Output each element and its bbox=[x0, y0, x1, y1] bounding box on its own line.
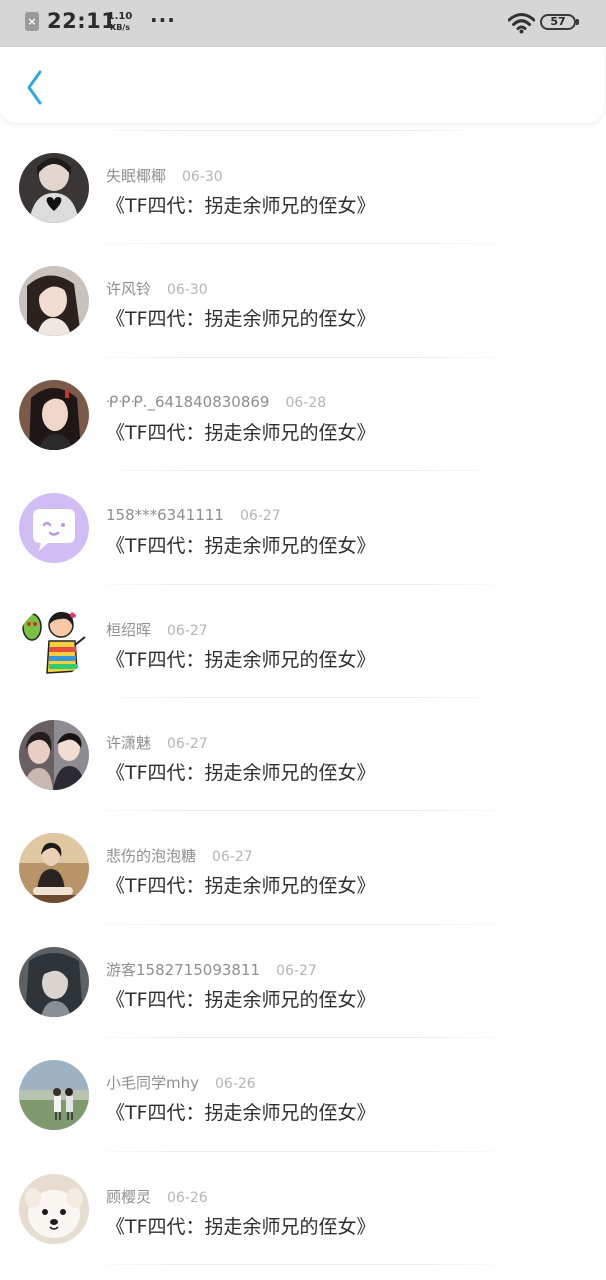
book-title[interactable]: 《TF四代：拐走余师兄的侄女》 bbox=[106, 531, 376, 558]
wifi-icon bbox=[508, 13, 535, 34]
date: 06-28 bbox=[285, 394, 327, 411]
chevron-left-icon bbox=[27, 70, 42, 105]
notification-close-icon: × bbox=[25, 12, 39, 31]
avatar[interactable] bbox=[19, 946, 89, 1017]
date: 06-30 bbox=[182, 169, 223, 185]
book-title[interactable]: 《TF四代：拐走余师兄的侄女》 bbox=[106, 418, 376, 445]
avatar[interactable] bbox=[19, 266, 89, 337]
date: 06-26 bbox=[167, 1189, 208, 1206]
username[interactable]: ᑶᑶᑶ._641840830869 bbox=[106, 393, 269, 411]
item-meta: 小毛同学mhy 06-26 bbox=[106, 1072, 256, 1093]
avatar[interactable] bbox=[19, 153, 89, 223]
item-meta: 许潇魅 06-27 bbox=[106, 732, 208, 753]
status-time: 22:11 bbox=[47, 9, 117, 33]
avatar[interactable] bbox=[19, 379, 89, 450]
item-meta: 顾樱灵 06-26 bbox=[106, 1186, 208, 1207]
username[interactable]: 顾樱灵 bbox=[106, 1188, 151, 1206]
avatar[interactable] bbox=[19, 719, 89, 790]
book-title[interactable]: 《TF四代：拐走余师兄的侄女》 bbox=[106, 1098, 376, 1125]
username[interactable]: 悲伤的泡泡糖 bbox=[106, 847, 196, 865]
list-item[interactable]: 游客1582715093811 06-27 《TF四代：拐走余师兄的侄女》 bbox=[0, 925, 606, 1039]
avatar[interactable] bbox=[19, 606, 89, 677]
date: 06-27 bbox=[239, 508, 281, 525]
book-title[interactable]: 《TF四代：拐走余师兄的侄女》 bbox=[106, 191, 376, 218]
item-meta: 158***6341111 06-27 bbox=[106, 505, 281, 524]
date: 06-27 bbox=[167, 735, 208, 752]
item-meta: 许风铃 06-30 bbox=[106, 278, 208, 299]
avatar[interactable] bbox=[19, 493, 89, 564]
network-speed-value: 1.10 bbox=[107, 11, 133, 22]
list-item[interactable]: 失眠椰椰 06-30 《TF四代：拐走余师兄的侄女》 bbox=[0, 131, 606, 245]
item-meta: ᑶᑶᑶ._641840830869 06-28 bbox=[106, 392, 326, 411]
list-item[interactable]: 158***6341111 06-27 《TF四代：拐走余师兄的侄女》 bbox=[0, 471, 606, 585]
username[interactable]: 失眠椰椰 bbox=[106, 167, 166, 185]
divider bbox=[80, 1263, 520, 1265]
book-title[interactable]: 《TF四代：拐走余师兄的侄女》 bbox=[106, 758, 376, 785]
date: 06-26 bbox=[215, 1076, 256, 1093]
username[interactable]: 桓绍晖 bbox=[106, 621, 151, 639]
avatar[interactable] bbox=[19, 833, 89, 904]
book-title[interactable]: 《TF四代：拐走余师兄的侄女》 bbox=[106, 304, 376, 331]
nav-bar bbox=[0, 47, 604, 123]
list-item[interactable]: 顾樱灵 06-26 《TF四代：拐走余师兄的侄女》 bbox=[0, 1152, 606, 1265]
username[interactable]: 158***6341111 bbox=[106, 506, 224, 524]
avatar[interactable] bbox=[19, 1173, 89, 1244]
book-title[interactable]: 《TF四代：拐走余师兄的侄女》 bbox=[106, 985, 376, 1012]
book-title[interactable]: 《TF四代：拐走余师兄的侄女》 bbox=[106, 1212, 376, 1239]
item-meta: 桓绍晖 06-27 bbox=[106, 619, 208, 640]
network-speed-unit: KB/s bbox=[110, 23, 130, 32]
username[interactable]: 小毛同学mhy bbox=[106, 1074, 199, 1092]
book-title[interactable]: 《TF四代：拐走余师兄的侄女》 bbox=[106, 645, 376, 672]
book-title[interactable]: 《TF四代：拐走余师兄的侄女》 bbox=[106, 871, 376, 898]
date: 06-27 bbox=[212, 849, 253, 866]
back-button[interactable] bbox=[14, 67, 54, 107]
username[interactable]: 许风铃 bbox=[106, 280, 151, 298]
date: 06-27 bbox=[276, 962, 317, 979]
avatar[interactable] bbox=[19, 1060, 89, 1131]
network-speed: 1.10 KB/s bbox=[107, 11, 133, 33]
list-item[interactable]: ᑶᑶᑶ._641840830869 06-28 《TF四代：拐走余师兄的侄女》 bbox=[0, 358, 606, 472]
list-item[interactable]: 许风铃 06-30 《TF四代：拐走余师兄的侄女》 bbox=[0, 244, 606, 358]
list-item[interactable]: 小毛同学mhy 06-26 《TF四代：拐走余师兄的侄女》 bbox=[0, 1038, 606, 1152]
status-bar: × 22:11 1.10 KB/s ··· 57 bbox=[0, 0, 606, 47]
list-item[interactable]: 许潇魅 06-27 《TF四代：拐走余师兄的侄女》 bbox=[0, 698, 606, 812]
battery-icon: 57 bbox=[540, 14, 579, 30]
more-notifications-icon: ··· bbox=[150, 8, 176, 32]
date: 06-30 bbox=[167, 282, 208, 299]
date: 06-27 bbox=[167, 622, 208, 639]
item-meta: 游客1582715093811 06-27 bbox=[106, 959, 317, 980]
username[interactable]: 游客1582715093811 bbox=[106, 961, 260, 979]
item-meta: 悲伤的泡泡糖 06-27 bbox=[106, 845, 253, 866]
list-item[interactable]: 桓绍晖 06-27 《TF四代：拐走余师兄的侄女》 bbox=[0, 585, 606, 698]
username[interactable]: 许潇魅 bbox=[106, 734, 151, 752]
comment-list: 失眠椰椰 06-30 《TF四代：拐走余师兄的侄女》 许风铃 06-30 《TF四代… bbox=[0, 131, 606, 1265]
item-meta: 失眠椰椰 06-30 bbox=[106, 165, 223, 186]
list-item[interactable]: 悲伤的泡泡糖 06-27 《TF四代：拐走余师兄的侄女》 bbox=[0, 811, 606, 925]
